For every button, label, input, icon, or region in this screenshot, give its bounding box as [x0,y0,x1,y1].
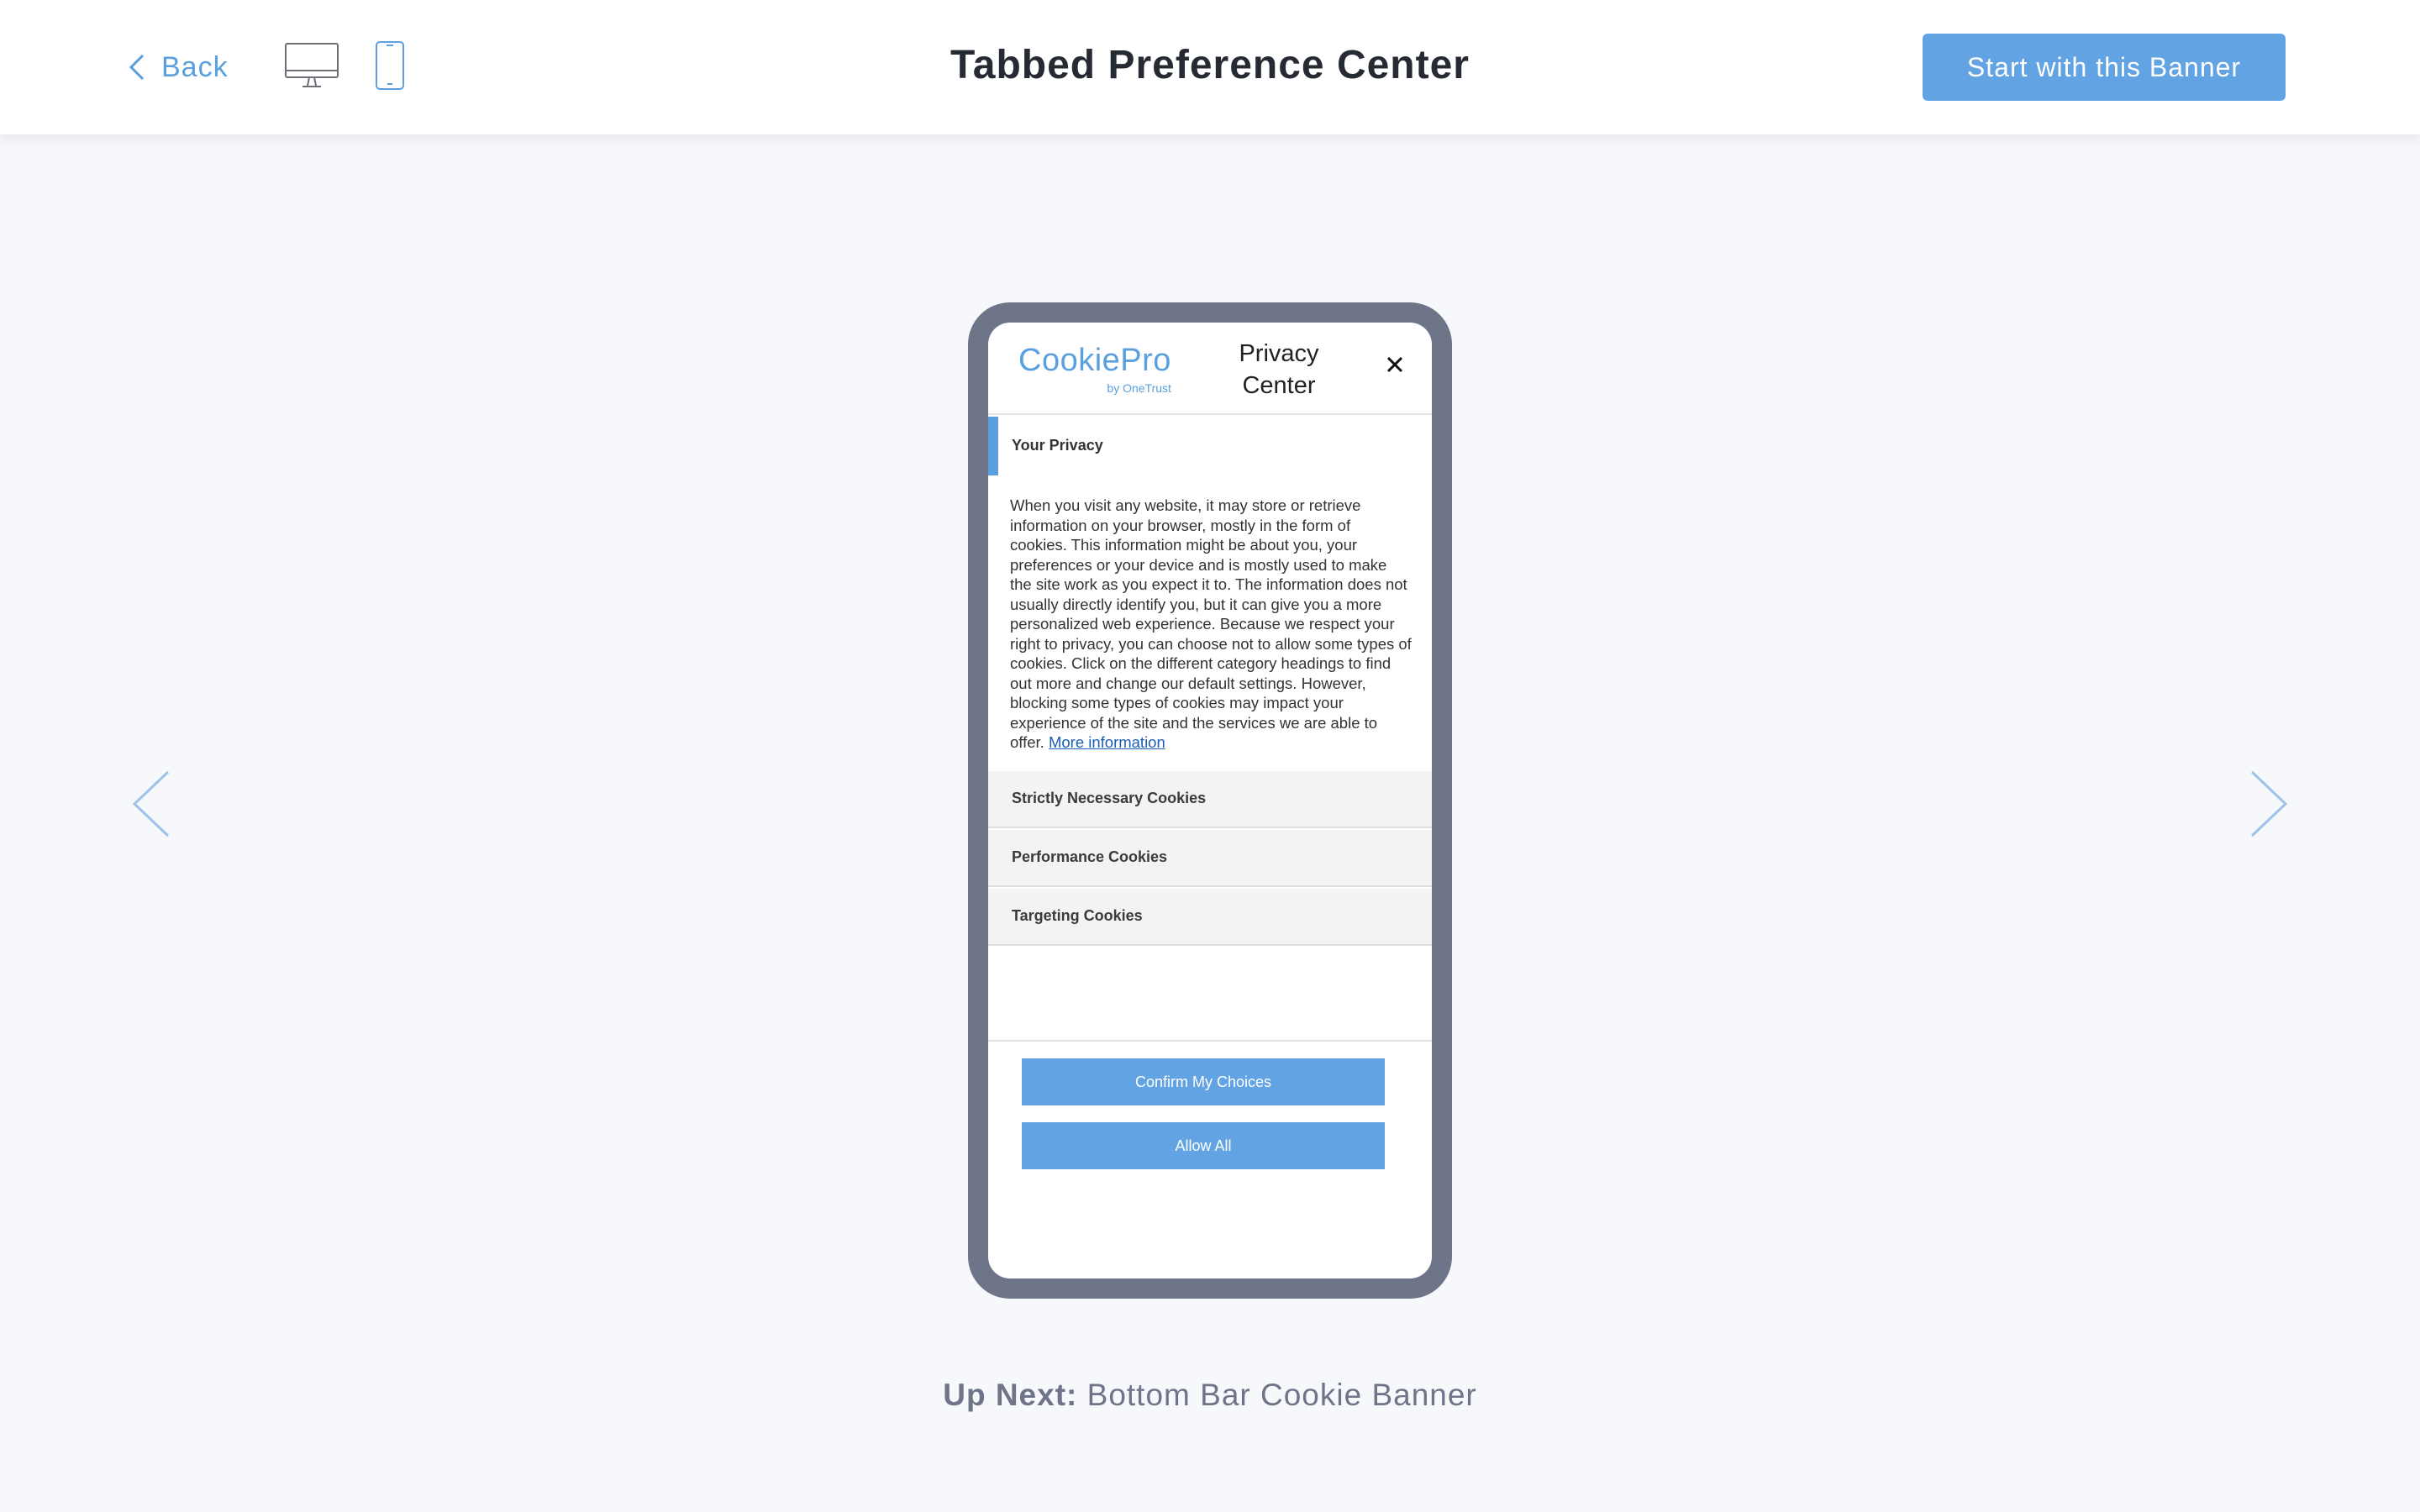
privacy-center-header: CookiePro by OneTrust Privacy Center [988,323,1432,415]
more-information-link[interactable]: More information [1049,733,1165,751]
phone-preview-frame: CookiePro by OneTrust Privacy Center You… [968,302,1452,1299]
privacy-description: When you visit any website, it may store… [1010,496,1412,753]
logo-sub-text: by OneTrust [1107,381,1171,395]
previous-arrow-icon[interactable] [131,769,171,838]
up-next-title: Bottom Bar Cookie Banner [1086,1378,1477,1412]
category-strictly-necessary[interactable]: Strictly Necessary Cookies [988,771,1432,828]
category-label: Performance Cookies [1012,848,1168,865]
category-label: Strictly Necessary Cookies [1012,790,1207,806]
cookiepro-logo: CookiePro by OneTrust [1018,343,1171,395]
confirm-choices-button[interactable]: Confirm My Choices [1022,1058,1385,1105]
up-next-link[interactable]: Up Next: Bottom Bar Cookie Banner [0,1378,2420,1413]
start-with-banner-button[interactable]: Start with this Banner [1923,34,2286,101]
privacy-center-modal: CookiePro by OneTrust Privacy Center You… [988,323,1432,1278]
allow-all-button[interactable]: Allow All [1022,1122,1385,1169]
up-next-label: Up Next: [943,1378,1078,1412]
category-performance[interactable]: Performance Cookies [988,830,1432,887]
top-bar: Back Tabbed Preference Center Start with… [0,0,2420,134]
footer-divider [988,1040,1432,1042]
next-arrow-icon[interactable] [2249,769,2289,838]
category-label: Targeting Cookies [1012,907,1143,924]
close-icon[interactable] [1383,353,1407,376]
tab-your-privacy[interactable]: Your Privacy [988,417,1432,475]
tab-label: Your Privacy [1012,437,1103,454]
privacy-center-title: Privacy Center [1239,340,1319,399]
description-text: When you visit any website, it may store… [1010,496,1412,751]
logo-main-text: CookiePro [1018,343,1171,378]
category-targeting[interactable]: Targeting Cookies [988,889,1432,946]
